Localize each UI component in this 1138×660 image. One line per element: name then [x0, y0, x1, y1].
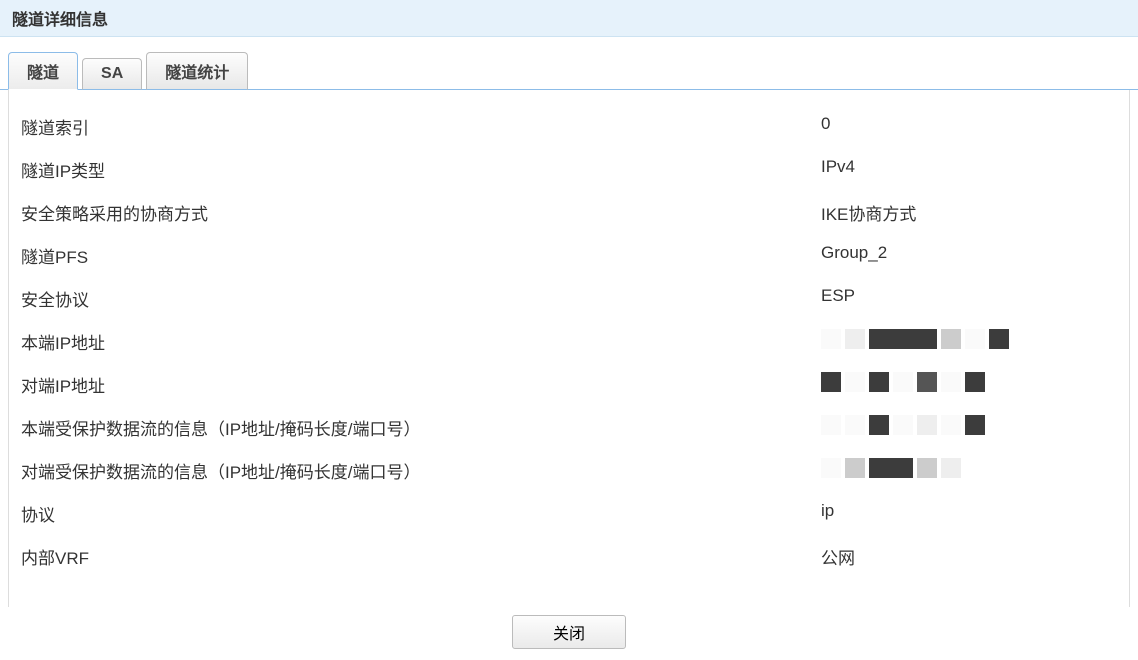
- field-label: 对端受保护数据流的信息（IP地址/掩码长度/端口号）: [21, 458, 821, 483]
- field-value-masked: [821, 329, 1117, 354]
- field-label: 本端IP地址: [21, 329, 821, 354]
- tab-label: SA: [101, 65, 123, 83]
- tab-tunnel[interactable]: 隧道: [8, 52, 78, 90]
- close-button[interactable]: 关闭: [512, 615, 626, 649]
- field-label: 安全协议: [21, 286, 821, 311]
- dialog-footer: 关闭: [0, 607, 1138, 649]
- row-local-ip: 本端IP地址: [21, 329, 1117, 354]
- field-label: 隧道PFS: [21, 243, 821, 268]
- row-peer-ip: 对端IP地址: [21, 372, 1117, 397]
- field-value: 公网: [821, 544, 1117, 569]
- tab-sa[interactable]: SA: [82, 58, 142, 90]
- tab-content: 隧道索引 0 隧道IP类型 IPv4 安全策略采用的协商方式 IKE协商方式 隧…: [8, 90, 1130, 607]
- row-local-protected-flow: 本端受保护数据流的信息（IP地址/掩码长度/端口号）: [21, 415, 1117, 440]
- field-value-masked: [821, 458, 1117, 483]
- row-tunnel-pfs: 隧道PFS Group_2: [21, 243, 1117, 268]
- dialog-header: 隧道详细信息: [0, 0, 1138, 37]
- row-peer-protected-flow: 对端受保护数据流的信息（IP地址/掩码长度/端口号）: [21, 458, 1117, 483]
- dialog-title: 隧道详细信息: [12, 12, 108, 29]
- field-value-masked: [821, 372, 1117, 397]
- field-label: 安全策略采用的协商方式: [21, 200, 821, 225]
- field-value: IKE协商方式: [821, 200, 1117, 225]
- row-tunnel-ip-type: 隧道IP类型 IPv4: [21, 157, 1117, 182]
- close-button-label: 关闭: [553, 626, 585, 643]
- field-label: 对端IP地址: [21, 372, 821, 397]
- row-security-protocol: 安全协议 ESP: [21, 286, 1117, 311]
- field-value: IPv4: [821, 157, 1117, 182]
- field-label: 协议: [21, 501, 821, 526]
- field-label: 隧道IP类型: [21, 157, 821, 182]
- field-value-masked: [821, 415, 1117, 440]
- tab-label: 隧道统计: [165, 59, 229, 83]
- tabs-row: 隧道 SA 隧道统计: [0, 37, 1138, 90]
- row-tunnel-index: 隧道索引 0: [21, 114, 1117, 139]
- field-value: ESP: [821, 286, 1117, 311]
- field-value: ip: [821, 501, 1117, 526]
- row-inner-vrf: 内部VRF 公网: [21, 544, 1117, 569]
- tab-label: 隧道: [27, 59, 59, 83]
- field-value: Group_2: [821, 243, 1117, 268]
- field-label: 内部VRF: [21, 544, 821, 569]
- row-protocol: 协议 ip: [21, 501, 1117, 526]
- row-negotiation-mode: 安全策略采用的协商方式 IKE协商方式: [21, 200, 1117, 225]
- tab-tunnel-stats[interactable]: 隧道统计: [146, 52, 248, 90]
- field-label: 隧道索引: [21, 114, 821, 139]
- field-label: 本端受保护数据流的信息（IP地址/掩码长度/端口号）: [21, 415, 821, 440]
- field-value: 0: [821, 114, 1117, 139]
